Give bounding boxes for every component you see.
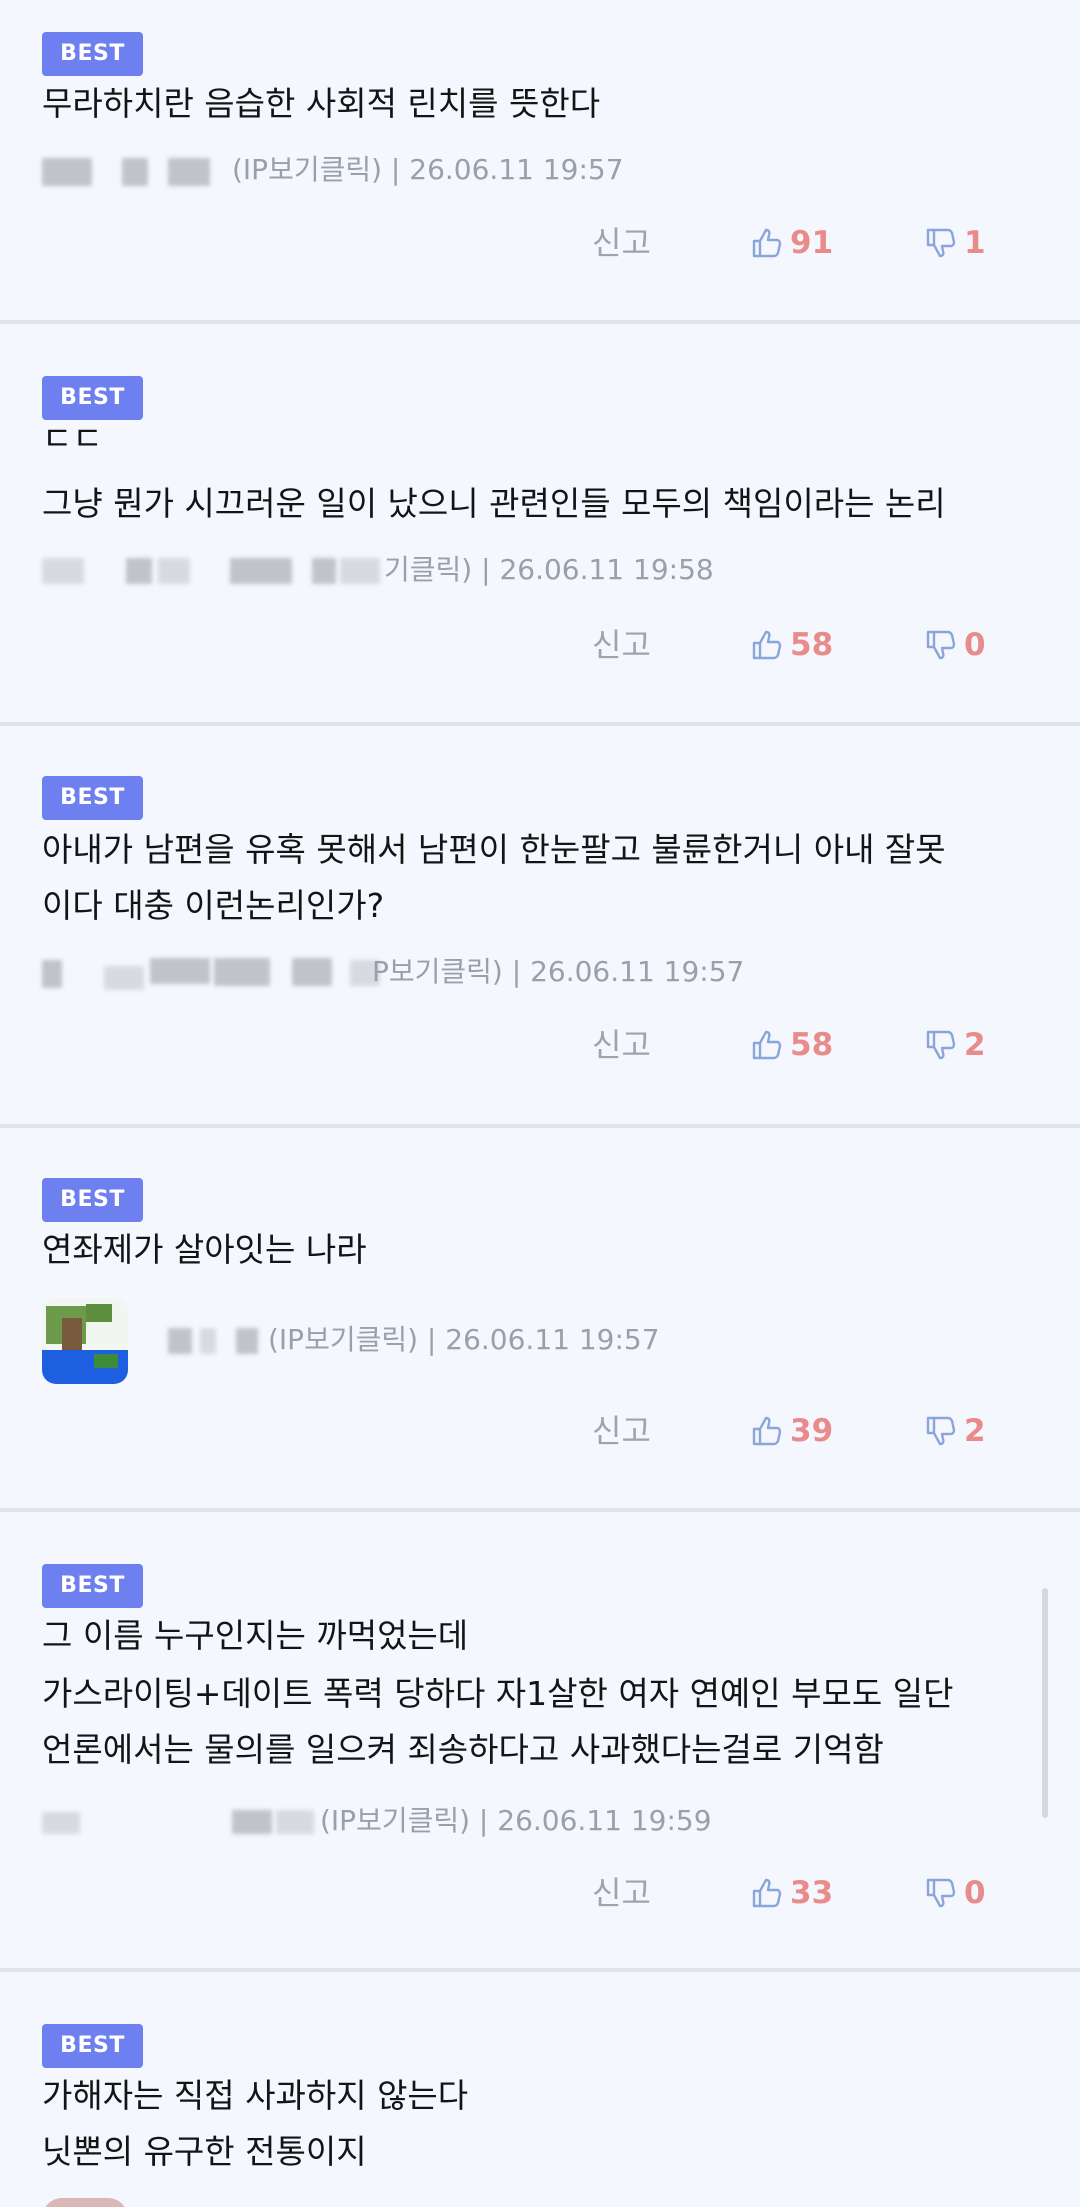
masked-username[interactable] [104,966,144,990]
best-badge: BEST [42,1178,143,1222]
comment-actions: 신고 58 2 [0,1020,1080,1070]
comment-meta[interactable]: (IP보기클릭) | 26.06.11 19:59 [320,1804,712,1838]
report-button[interactable]: 신고 [592,620,651,670]
comment-item: BEST 아내가 남편을 유혹 못해서 남편이 한눈팔고 불륜한거니 아내 잘못… [0,726,1080,1128]
masked-username[interactable] [276,1810,314,1834]
comment-actions: 신고 91 1 [0,218,1080,268]
dislike-button[interactable]: 1 [924,218,986,268]
report-button[interactable]: 신고 [592,1406,651,1456]
thumbs-down-icon [926,630,956,660]
masked-username[interactable] [214,958,270,986]
thumbs-up-icon [752,1878,782,1908]
thumbs-down-icon [926,228,956,258]
like-button[interactable]: 58 [750,620,833,670]
avatar[interactable] [42,2198,128,2207]
comment-item: BEST 연좌제가 살아잇는 나라 (IP보기클릭) | 26.06.11 19… [0,1128,1080,1512]
masked-username[interactable] [42,558,84,584]
comment-item: BEST ㄷㄷ 그냥 뭔가 시끄러운 일이 났으니 관련인들 모두의 책임이라는… [0,324,1080,726]
masked-username[interactable] [122,158,148,186]
report-button[interactable]: 신고 [592,218,651,268]
comment-feed: BEST 무라하치란 음습한 사회적 린치를 뜻한다 (IP보기클릭) | 26… [0,0,1080,2207]
dislike-count: 0 [964,1875,986,1911]
thumbs-down-icon [926,1030,956,1060]
thumbs-up-icon [752,1030,782,1060]
thumbs-down-icon [926,1416,956,1446]
like-button[interactable]: 91 [750,218,833,268]
report-button[interactable]: 신고 [592,1020,651,1070]
like-count: 33 [790,1875,834,1911]
comment-item: BEST 가해자는 직접 사과하지 않는다 닛뽄의 유구한 전통이지 [0,1972,1080,2207]
comment-text: 무라하치란 음습한 사회적 린치를 뜻한다 [42,84,601,123]
like-count: 39 [790,1413,834,1449]
dislike-button[interactable]: 0 [924,1868,986,1918]
dislike-count: 0 [964,627,986,663]
masked-username[interactable] [236,1328,258,1354]
masked-username[interactable] [126,558,152,584]
comment-meta[interactable]: (IP보기클릭) | 26.06.11 19:57 [232,153,624,187]
comment-text: 이다 대충 이런논리인가? [42,886,385,925]
masked-username[interactable] [232,1810,272,1834]
masked-username[interactable] [158,558,190,584]
comment-meta[interactable]: 기클릭) | 26.06.11 19:58 [384,553,714,587]
comment-text: 가해자는 직접 사과하지 않는다 [42,2076,469,2115]
comment-text: 언론에서는 물의를 일으켜 죄송하다고 사과했다는걸로 기억함 [42,1730,884,1769]
masked-username[interactable] [42,960,62,988]
comment-text: 그 이름 누구인지는 까먹었는데 [42,1616,469,1655]
comment-meta[interactable]: P보기클릭) | 26.06.11 19:57 [372,955,744,989]
like-button[interactable]: 58 [750,1020,833,1070]
dislike-count: 2 [964,1027,986,1063]
thumbs-up-icon [752,630,782,660]
comment-item: BEST 그 이름 누구인지는 까먹었는데 가스라이팅+데이트 폭력 당하다 자… [0,1512,1080,1972]
comment-text: ㄷㄷ [42,428,103,450]
comment-item: BEST 무라하치란 음습한 사회적 린치를 뜻한다 (IP보기클릭) | 26… [0,0,1080,324]
comment-text: 가스라이팅+데이트 폭력 당하다 자1살한 여자 연예인 부모도 일단 [42,1674,954,1713]
masked-username[interactable] [340,558,380,584]
comment-actions: 신고 39 2 [0,1406,1080,1456]
thumbs-up-icon [752,1416,782,1446]
masked-username[interactable] [312,558,336,584]
thumbs-up-icon [752,228,782,258]
best-badge: BEST [42,776,143,820]
report-button[interactable]: 신고 [592,1868,651,1918]
masked-username[interactable] [230,558,292,584]
masked-username[interactable] [292,958,332,986]
best-badge: BEST [42,32,143,76]
like-count: 58 [790,627,834,663]
comment-text: 연좌제가 살아잇는 나라 [42,1230,367,1269]
best-badge: BEST [42,376,143,420]
dislike-count: 1 [964,225,986,261]
like-button[interactable]: 39 [750,1406,833,1456]
masked-username[interactable] [200,1328,216,1354]
comment-actions: 신고 33 0 [0,1868,1080,1918]
best-badge: BEST [42,2024,143,2068]
dislike-button[interactable]: 2 [924,1020,986,1070]
masked-username[interactable] [150,958,210,984]
comment-text: 아내가 남편을 유혹 못해서 남편이 한눈팔고 불륜한거니 아내 잘못 [42,830,946,869]
comment-text: 닛뽄의 유구한 전통이지 [42,2132,367,2171]
masked-username[interactable] [42,158,92,186]
like-count: 58 [790,1027,834,1063]
masked-username[interactable] [42,1812,80,1834]
dislike-button[interactable]: 0 [924,620,986,670]
best-badge: BEST [42,1564,143,1608]
masked-username[interactable] [168,1328,192,1354]
masked-username[interactable] [168,158,210,186]
scrollbar[interactable] [1042,1588,1048,1818]
avatar[interactable] [42,1298,128,1384]
avatar-image [42,1298,128,1384]
comment-text: 그냥 뭔가 시끄러운 일이 났으니 관련인들 모두의 책임이라는 논리 [42,484,946,523]
dislike-count: 2 [964,1413,986,1449]
comment-actions: 신고 58 0 [0,620,1080,670]
like-button[interactable]: 33 [750,1868,833,1918]
comment-meta[interactable]: (IP보기클릭) | 26.06.11 19:57 [268,1323,660,1357]
dislike-button[interactable]: 2 [924,1406,986,1456]
thumbs-down-icon [926,1878,956,1908]
like-count: 91 [790,225,834,261]
